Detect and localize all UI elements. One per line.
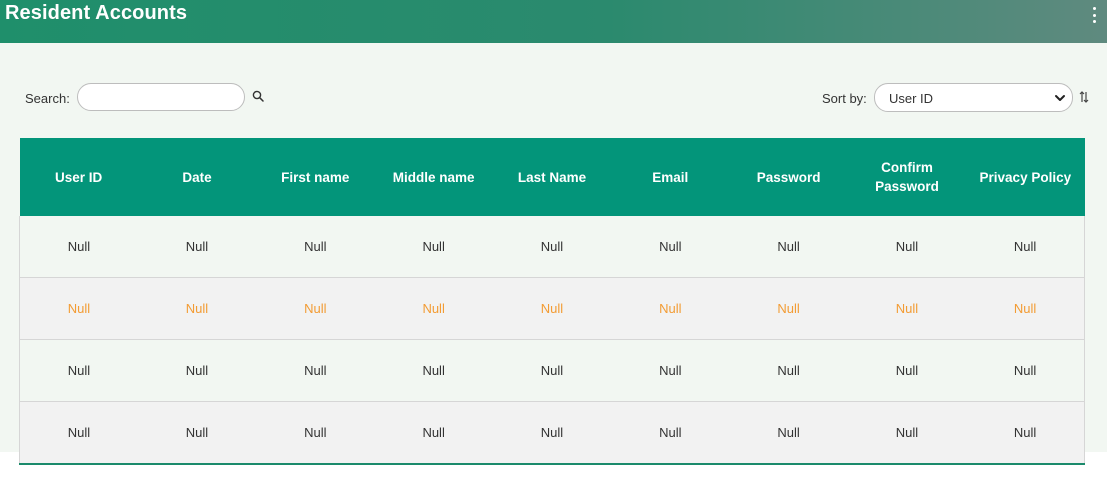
column-header-last-name[interactable]: Last Name: [492, 138, 612, 216]
table-cell: Null: [492, 339, 612, 402]
main-content: Search: Sort by: User ID User ID Date Fi…: [0, 43, 1107, 465]
search-input[interactable]: [77, 83, 245, 111]
table-cell: Null: [18, 401, 138, 465]
search-label: Search:: [25, 91, 70, 106]
table-cell: Null: [847, 277, 967, 340]
column-header-privacy-policy[interactable]: Privacy Policy: [966, 138, 1085, 216]
table-cell: Null: [729, 339, 848, 402]
table-row[interactable]: Null Null Null Null Null Null Null Null …: [18, 401, 1086, 465]
table-cell: Null: [18, 277, 138, 340]
table-row[interactable]: Null Null Null Null Null Null Null Null …: [18, 277, 1086, 340]
column-header-date[interactable]: Date: [137, 138, 257, 216]
column-header-email[interactable]: Email: [611, 138, 730, 216]
table-cell: Null: [492, 401, 612, 465]
app-header: Resident Accounts: [0, 0, 1107, 43]
table-cell: Null: [492, 277, 612, 340]
accounts-table: User ID Date First name Middle name Last…: [18, 138, 1086, 465]
kebab-menu-icon[interactable]: [1091, 7, 1097, 23]
table-cell: Null: [374, 401, 493, 465]
table-cell: Null: [137, 277, 257, 340]
table-cell: Null: [18, 339, 138, 402]
page-title: Resident Accounts: [5, 2, 188, 24]
table-cell: Null: [256, 216, 375, 278]
table-cell: Null: [137, 339, 257, 402]
table-cell: Null: [137, 216, 257, 278]
table-header-row: User ID Date First name Middle name Last…: [19, 138, 1085, 216]
table-cell: Null: [256, 277, 375, 340]
sort-order-icon[interactable]: [1079, 90, 1089, 104]
column-header-password[interactable]: Password: [729, 138, 848, 216]
table-cell: Null: [966, 216, 1086, 278]
table-cell: Null: [256, 401, 375, 465]
table-cell: Null: [966, 401, 1086, 465]
table-cell: Null: [847, 339, 967, 402]
table-cell: Null: [966, 339, 1086, 402]
table-cell: Null: [611, 216, 730, 278]
column-header-user-id[interactable]: User ID: [19, 138, 138, 216]
column-header-middle-name[interactable]: Middle name: [374, 138, 493, 216]
table-cell: Null: [729, 216, 848, 278]
table-cell: Null: [374, 277, 493, 340]
table-cell: Null: [18, 216, 138, 278]
sort-selected-value: User ID: [889, 91, 934, 106]
table-cell: Null: [611, 401, 730, 465]
column-header-first-name[interactable]: First name: [256, 138, 375, 216]
table-cell: Null: [729, 277, 848, 340]
table-cell: Null: [374, 216, 493, 278]
table-cell: Null: [847, 216, 967, 278]
search-icon[interactable]: [252, 90, 264, 102]
table-cell: Null: [256, 339, 375, 402]
table-cell: Null: [847, 401, 967, 465]
table-cell: Null: [374, 339, 493, 402]
table-cell: Null: [137, 401, 257, 465]
table-row[interactable]: Null Null Null Null Null Null Null Null …: [18, 216, 1086, 278]
chevron-down-icon: [1055, 95, 1065, 101]
table-cell: Null: [611, 277, 730, 340]
table-cell: Null: [966, 277, 1086, 340]
table-cell: Null: [492, 216, 612, 278]
sort-select[interactable]: User ID: [874, 83, 1073, 112]
column-header-confirm-password[interactable]: Confirm Password: [847, 138, 967, 216]
table-row[interactable]: Null Null Null Null Null Null Null Null …: [18, 339, 1086, 402]
sort-label: Sort by:: [822, 91, 867, 106]
table-cell: Null: [611, 339, 730, 402]
table-cell: Null: [729, 401, 848, 465]
